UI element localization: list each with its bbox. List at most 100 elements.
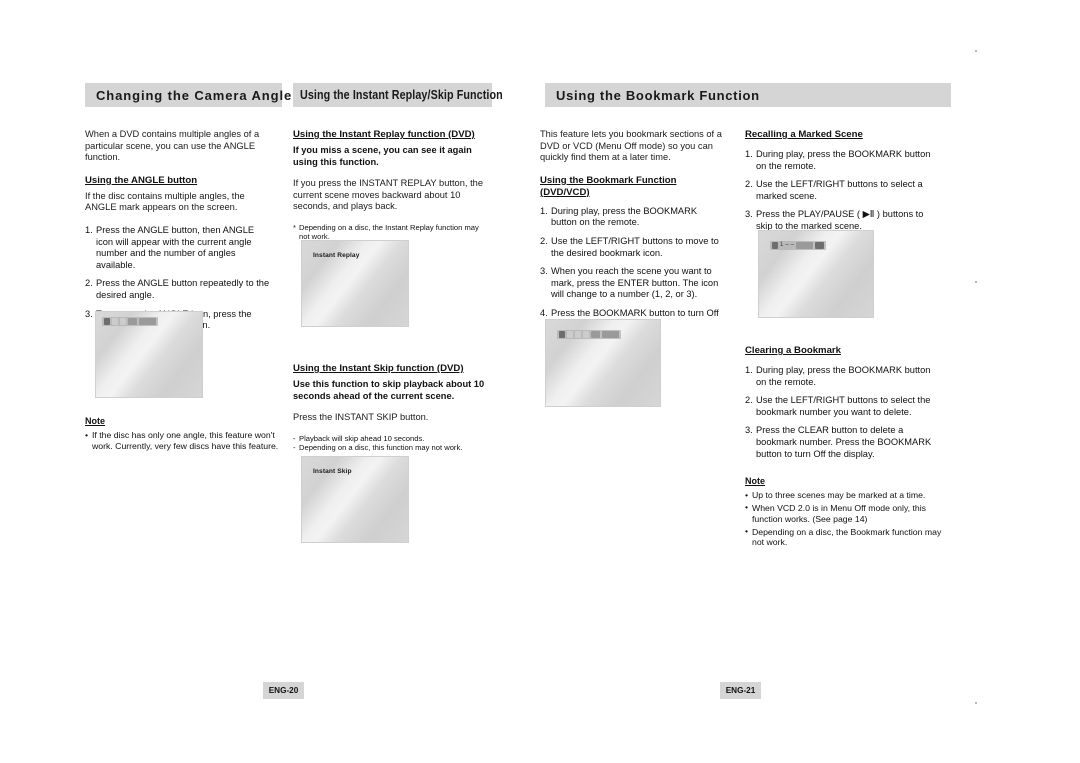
instant-skip-subhead: Using the Instant Skip function (DVD) [293, 363, 464, 374]
tv-screen-marked-scene-illustration: 1 – – [758, 230, 874, 318]
screen-label-instant-skip: Instant Skip [313, 468, 352, 475]
bullet-icon: • [745, 526, 749, 537]
osd-cell [815, 242, 825, 249]
osd-bar-marked-scene: 1 – – [770, 241, 827, 250]
list-text: Press the CLEAR button to delete a bookm… [756, 425, 932, 459]
osd-cell [139, 318, 156, 325]
recall-steps-list: 1. During play, press the BOOKMARK button… [745, 149, 942, 233]
list-text: Depending on a disc, this function may n… [299, 443, 463, 453]
list-text: Press the PLAY/PAUSE ( ▶Ⅱ ) buttons to s… [756, 209, 924, 231]
list-item: 2. Press the ANGLE button repeatedly to t… [85, 278, 271, 301]
list-item: 2. Use the LEFT/RIGHT buttons to select a… [745, 179, 942, 202]
instant-skip-lead: Use this function to skip playback about… [293, 379, 485, 401]
page-right: Using the Bookmark Function This feature… [520, 0, 1080, 763]
osd-cell [575, 331, 581, 338]
tv-screen-bookmark-illustration [545, 319, 661, 407]
list-number: 3. [745, 209, 753, 220]
osd-cell [567, 331, 573, 338]
recall-subhead: Recalling a Marked Scene [745, 129, 863, 140]
clearing-bookmark-column: Clearing a Bookmark 1. During play, press… [745, 345, 942, 550]
list-text: Use the LEFT/RIGHT buttons to select a m… [756, 179, 923, 201]
instant-replay-subhead: Using the Instant Replay function (DVD) [293, 129, 475, 140]
footnote-marker: * [293, 222, 296, 232]
list-item: - Depending on a disc, this function may … [293, 443, 485, 452]
bookmark-icon [559, 331, 565, 338]
list-text: Up to three scenes may be marked at a ti… [752, 490, 926, 501]
bookmark-column: This feature lets you bookmark sections … [540, 129, 725, 338]
scan-speck [975, 281, 977, 283]
list-item: • Up to three scenes may be marked at a t… [745, 490, 942, 501]
list-item: • When VCD 2.0 is in Menu Off mode only, … [745, 502, 942, 525]
list-item: 1. During play, press the BOOKMARK button… [540, 206, 725, 229]
page-left: Changing the Camera Angle Using the Inst… [0, 0, 520, 763]
list-item: 1. During play, press the BOOKMARK button… [745, 365, 942, 388]
section-header-camera-angle-label: Changing the Camera Angle [96, 87, 293, 103]
bookmark-steps-list: 1. During play, press the BOOKMARK button… [540, 206, 725, 331]
osd-bar-bookmark [557, 330, 621, 339]
page-number-left: ENG-20 [263, 682, 304, 699]
camera-angle-column: When a DVD contains multiple angles of a… [85, 129, 271, 339]
list-item: 3. Press the CLEAR button to delete a boo… [745, 425, 942, 460]
osd-bookmark-number: 1 [780, 242, 784, 248]
list-item: 2. Use the LEFT/RIGHT buttons to select t… [745, 395, 942, 418]
list-number: 3. [540, 266, 548, 277]
list-number: 3. [85, 308, 93, 319]
list-number: 1. [85, 224, 93, 235]
list-item: - Playback will skip ahead 10 seconds. [293, 434, 485, 443]
angle-button-subhead: Using the ANGLE button [85, 174, 198, 186]
footnote-text: Depending on a disc, the Instant Replay … [299, 222, 479, 242]
list-text: If the disc has only one angle, this fea… [92, 430, 279, 451]
tv-screen-instant-replay-illustration: Instant Replay [301, 240, 409, 327]
list-item: 1. During play, press the BOOKMARK button… [745, 149, 942, 172]
tv-screen-angle-illustration [95, 311, 203, 398]
instant-skip-fine-notes: - Playback will skip ahead 10 seconds. -D… [293, 434, 485, 453]
angle-note-block: Note • If the disc has only one angle, th… [85, 416, 280, 454]
dash-icon: - [293, 443, 296, 453]
list-item: • Depending on a disc, the Bookmark funct… [745, 526, 942, 549]
angle-note-list: • If the disc has only one angle, this fe… [85, 430, 280, 452]
osd-cell [112, 318, 118, 325]
list-number: 1. [745, 365, 753, 375]
scan-speck [975, 50, 977, 52]
recall-marked-scene-column: Recalling a Marked Scene 1. During play, … [745, 129, 942, 240]
bullet-icon: • [745, 489, 749, 500]
list-text: Depending on a disc, the Bookmark functi… [752, 526, 942, 548]
list-item: 1. Press the ANGLE button, then ANGLE ico… [85, 225, 271, 271]
list-text: During play, press the BOOKMARK button o… [756, 149, 931, 171]
section-header-bookmark: Using the Bookmark Function [545, 83, 951, 107]
clearing-note-list: • Up to three scenes may be marked at a t… [745, 490, 942, 548]
bullet-icon: • [745, 502, 749, 513]
page-number-right: ENG-21 [720, 682, 761, 699]
list-number: 2. [745, 395, 753, 406]
angle-icon [104, 318, 110, 325]
section-header-bookmark-label: Using the Bookmark Function [556, 87, 760, 103]
instant-replay-body: If you press the INSTANT REPLAY button, … [293, 178, 483, 212]
list-number: 4. [540, 307, 548, 318]
angle-intro-text: When a DVD contains multiple angles of a… [85, 129, 260, 163]
list-text: When VCD 2.0 is in Menu Off mode only, t… [752, 502, 926, 524]
osd-bar-angle [102, 317, 158, 326]
section-header-instant-replay-skip-label: Using the Instant Replay/Skip Function [300, 88, 503, 102]
section-header-camera-angle: Changing the Camera Angle [85, 83, 291, 107]
list-text: During play, press the BOOKMARK button o… [756, 365, 931, 387]
list-text: Playback will skip ahead 10 seconds. [299, 433, 425, 443]
instant-skip-column: Using the Instant Skip function (DVD) Us… [293, 363, 485, 453]
list-text: Use the LEFT/RIGHT buttons to move to th… [551, 235, 719, 258]
list-text: During play, press the BOOKMARK button o… [551, 205, 698, 228]
instant-replay-lead: If you miss a scene, you can see it agai… [293, 145, 472, 167]
section-header-instant-replay-skip: Using the Instant Replay/Skip Function [293, 83, 503, 107]
list-number: 2. [745, 179, 753, 190]
dash-icon: - [293, 433, 296, 443]
osd-cell [591, 331, 600, 338]
bullet-icon: • [85, 429, 89, 440]
osd-dash-1: – [785, 242, 789, 248]
list-number: 1. [540, 205, 548, 216]
bookmark-intro-text: This feature lets you bookmark sections … [540, 129, 722, 163]
osd-cell [120, 318, 126, 325]
list-number: 1. [745, 149, 753, 159]
instant-skip-body: Press the INSTANT SKIP button. [293, 412, 429, 423]
tv-screen-instant-skip-illustration: Instant Skip [301, 456, 409, 543]
instant-replay-column: Using the Instant Replay function (DVD) … [293, 129, 485, 242]
osd-cell [583, 331, 589, 338]
screen-label-instant-replay: Instant Replay [313, 252, 360, 259]
